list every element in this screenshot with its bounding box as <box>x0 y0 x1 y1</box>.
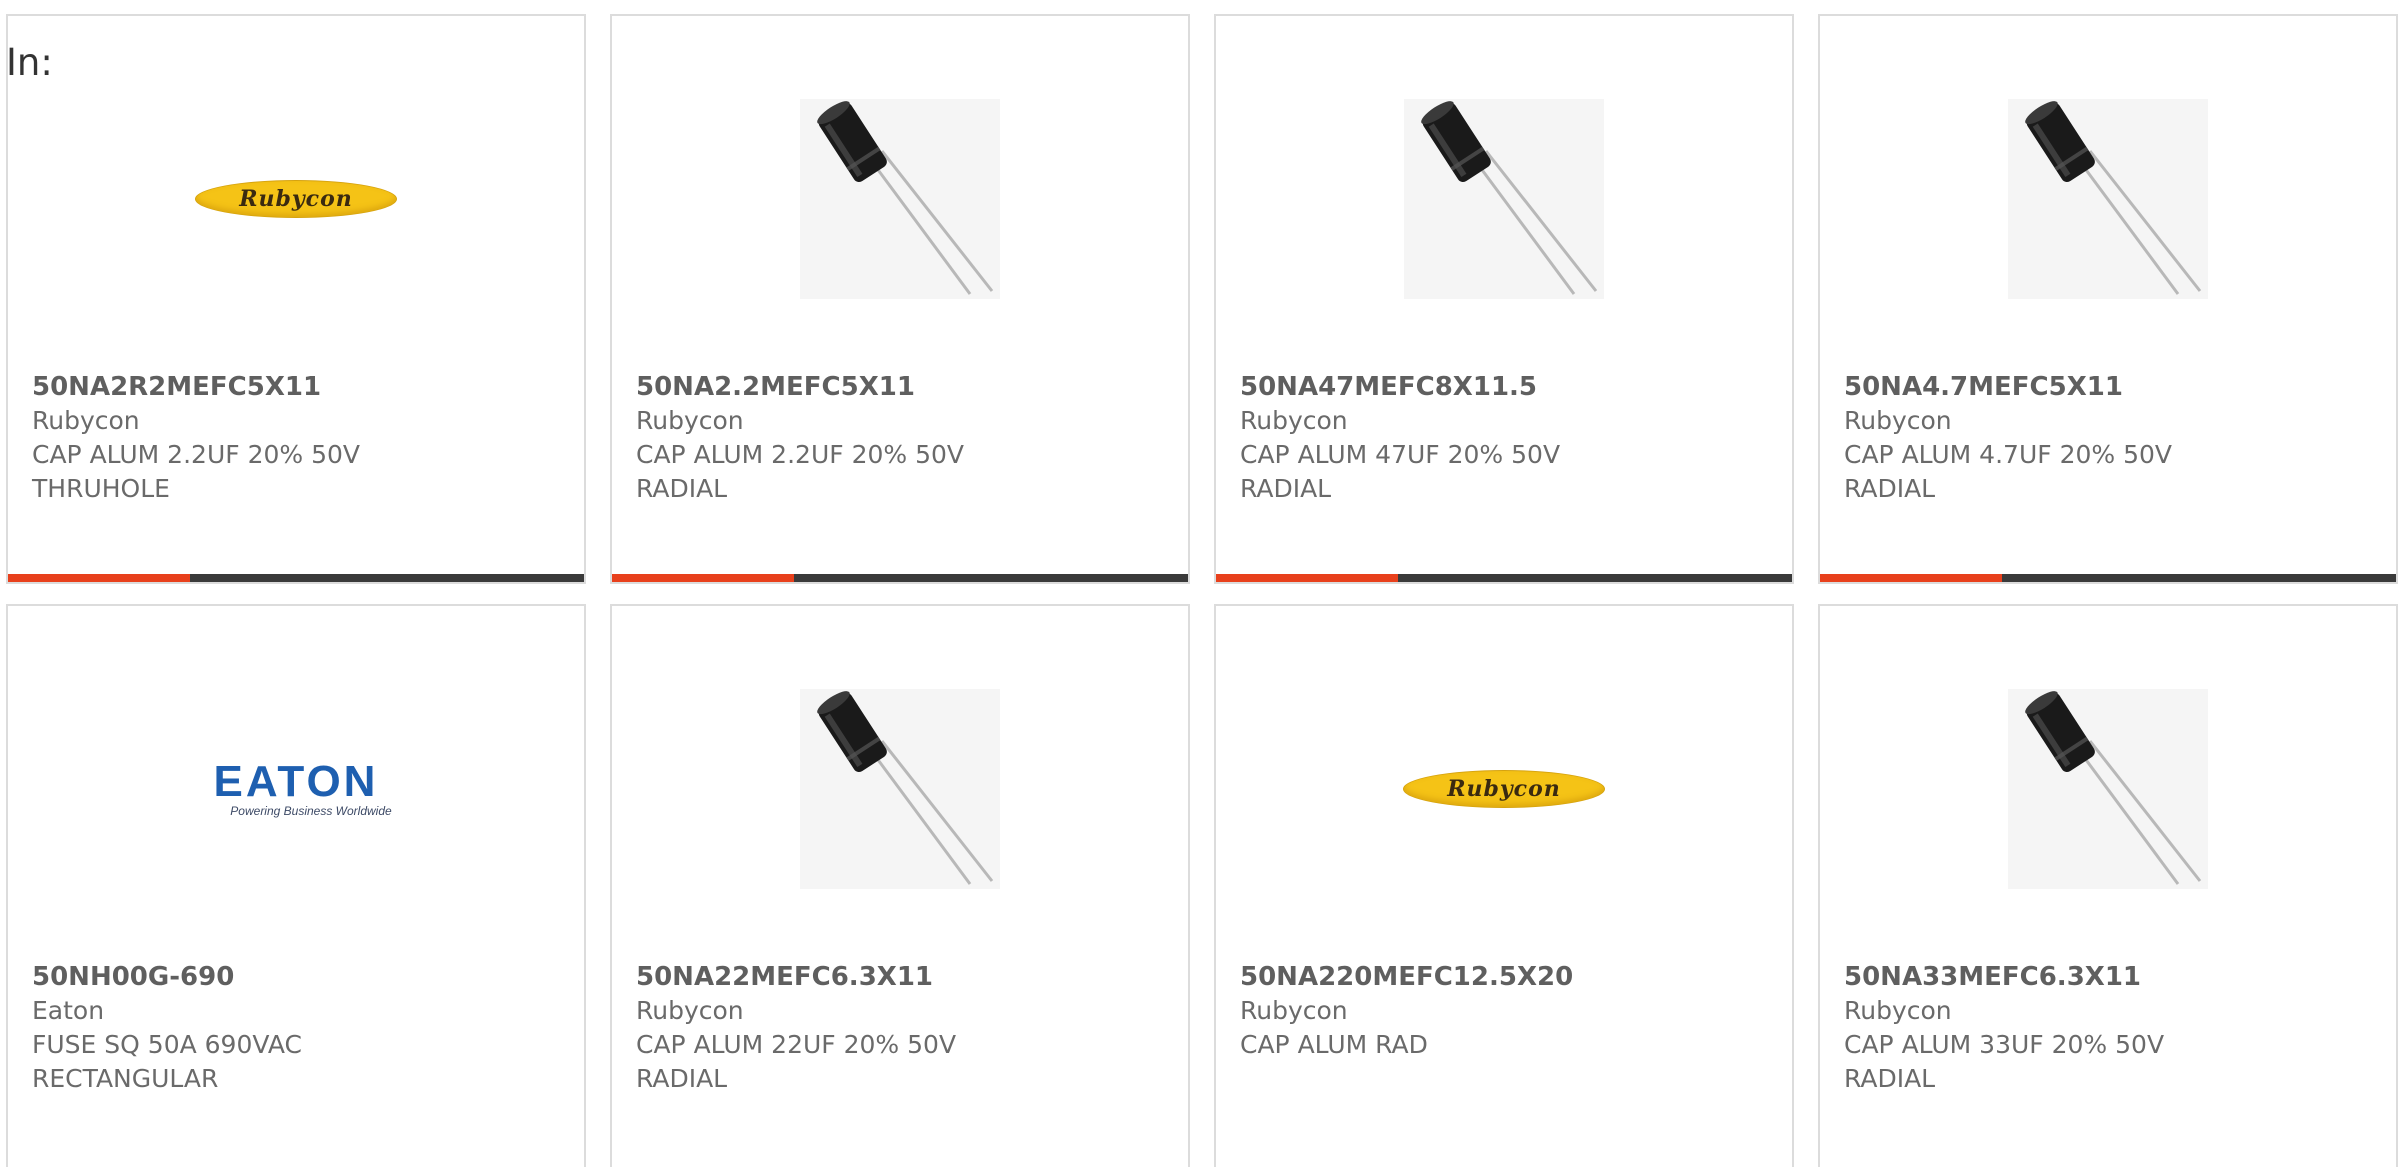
description-line-2: RADIAL <box>636 1064 728 1093</box>
product-card[interactable]: Rubycon 50NA220MEFC12.5X20 Rubycon CAP A… <box>1214 604 1794 1167</box>
brand-name: Rubycon <box>636 406 744 435</box>
capacitor-photo <box>2008 98 2208 299</box>
card-accent-bar <box>1216 574 1792 582</box>
part-number-link[interactable]: 50NH00G-690 <box>32 960 564 994</box>
card-accent-bar <box>8 574 584 582</box>
product-image: Rubycon <box>8 76 584 321</box>
filter-label: In: <box>6 41 53 84</box>
part-number-link[interactable]: 50NA22MEFC6.3X11 <box>636 960 1168 994</box>
part-number-link[interactable]: 50NA4.7MEFC5X11 <box>1844 370 2376 404</box>
product-card[interactable]: Rubycon 50NA2R2MEFC5X11 Rubycon CAP ALUM… <box>6 14 586 584</box>
part-number-link[interactable]: 50NA2.2MEFC5X11 <box>636 370 1168 404</box>
description-line-1: CAP ALUM 22UF 20% 50V <box>636 1030 957 1059</box>
rubycon-logo: Rubycon <box>195 179 397 218</box>
brand-name: Rubycon <box>1844 996 1952 1025</box>
brand-name: Rubycon <box>1844 406 1952 435</box>
part-number-link[interactable]: 50NA47MEFC8X11.5 <box>1240 370 1772 404</box>
description-line-1: CAP ALUM 4.7UF 20% 50V <box>1844 440 2172 469</box>
description-line-2: RADIAL <box>1844 474 1936 503</box>
part-number-link[interactable]: 50NA220MEFC12.5X20 <box>1240 960 1772 994</box>
part-number-link[interactable]: 50NA2R2MEFC5X11 <box>32 370 564 404</box>
brand-name: Eaton <box>32 996 105 1025</box>
product-card[interactable]: EATON Powering Business Worldwide 50NH00… <box>6 604 586 1167</box>
product-image <box>1820 666 2396 911</box>
capacitor-photo <box>800 98 1000 299</box>
product-card[interactable]: 50NA4.7MEFC5X11 Rubycon CAP ALUM 4.7UF 2… <box>1818 14 2398 584</box>
description-line-2: RADIAL <box>1240 474 1332 503</box>
rubycon-logo: Rubycon <box>1403 769 1605 808</box>
product-image <box>612 666 1188 911</box>
product-grid: Rubycon 50NA2R2MEFC5X11 Rubycon CAP ALUM… <box>0 0 2400 1167</box>
product-grid-page: In: Rubycon 50NA2R2MEFC5X11 Rubycon CAP … <box>0 0 2400 1167</box>
description-line-1: CAP ALUM 47UF 20% 50V <box>1240 440 1561 469</box>
product-image: EATON Powering Business Worldwide <box>8 666 584 911</box>
description-line-2: THRUHOLE <box>32 474 170 503</box>
capacitor-photo <box>800 688 1000 889</box>
description-line-1: CAP ALUM 2.2UF 20% 50V <box>636 440 964 469</box>
brand-name: Rubycon <box>1240 406 1348 435</box>
card-accent-bar <box>1820 574 2396 582</box>
product-card[interactable]: 50NA47MEFC8X11.5 Rubycon CAP ALUM 47UF 2… <box>1214 14 1794 584</box>
product-image <box>612 76 1188 321</box>
capacitor-photo <box>2008 688 2208 889</box>
product-card[interactable]: 50NA22MEFC6.3X11 Rubycon CAP ALUM 22UF 2… <box>610 604 1190 1167</box>
brand-name: Rubycon <box>32 406 140 435</box>
part-number-link[interactable]: 50NA33MEFC6.3X11 <box>1844 960 2376 994</box>
description-line-1: FUSE SQ 50A 690VAC <box>32 1030 302 1059</box>
card-accent-bar <box>612 574 1188 582</box>
product-card[interactable]: 50NA2.2MEFC5X11 Rubycon CAP ALUM 2.2UF 2… <box>610 14 1190 584</box>
description-line-2: RADIAL <box>1844 1064 1936 1093</box>
product-card[interactable]: 50NA33MEFC6.3X11 Rubycon CAP ALUM 33UF 2… <box>1818 604 2398 1167</box>
description-line-1: CAP ALUM RAD <box>1240 1030 1428 1059</box>
description-line-2: RECTANGULAR <box>32 1064 219 1093</box>
description-line-1: CAP ALUM 2.2UF 20% 50V <box>32 440 360 469</box>
product-image <box>1216 76 1792 321</box>
brand-name: Rubycon <box>636 996 744 1025</box>
capacitor-photo <box>1404 98 1604 299</box>
description-line-2: RADIAL <box>636 474 728 503</box>
brand-name: Rubycon <box>1240 996 1348 1025</box>
eaton-logo: EATON Powering Business Worldwide <box>213 756 392 818</box>
product-image <box>1820 76 2396 321</box>
product-image: Rubycon <box>1216 666 1792 911</box>
description-line-1: CAP ALUM 33UF 20% 50V <box>1844 1030 2165 1059</box>
